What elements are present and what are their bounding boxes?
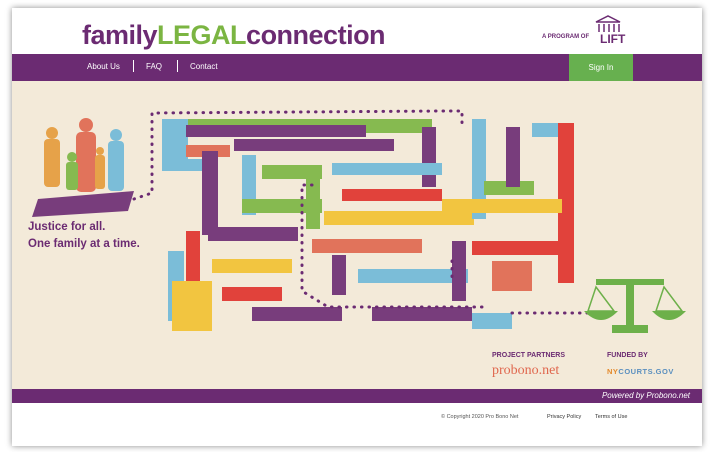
terms-of-use-link[interactable]: Terms of Use bbox=[595, 414, 627, 420]
family-figures-icon bbox=[32, 118, 134, 217]
site-header: familyLEGALconnection A PROGRAM OF LIFT bbox=[12, 8, 702, 54]
nav-divider bbox=[133, 60, 134, 72]
program-of-label: A PROGRAM OF bbox=[542, 34, 590, 40]
privacy-policy-link[interactable]: Privacy Policy bbox=[547, 414, 581, 420]
copyright-text: © Copyright 2020 Pro Bono Net bbox=[441, 414, 519, 420]
nav-divider bbox=[177, 60, 178, 72]
nycourts-logo[interactable]: NYCOURTS.GOV bbox=[607, 367, 674, 376]
hero-banner: Justice for all. One family at a time. P… bbox=[12, 81, 702, 389]
project-partners-label: PROJECT PARTNERS bbox=[492, 352, 565, 359]
site-logo[interactable]: familyLEGALconnection bbox=[82, 20, 386, 51]
logo-family: family bbox=[82, 20, 158, 50]
nav-faq[interactable]: FAQ bbox=[146, 62, 162, 71]
nav-about-us[interactable]: About Us bbox=[87, 62, 120, 71]
logo-connection: connection bbox=[246, 20, 386, 50]
funded-by-label: FUNDED BY bbox=[607, 352, 648, 359]
tagline-line-2: One family at a time. bbox=[28, 238, 140, 250]
nycourts-ny: NY bbox=[607, 367, 619, 376]
tagline-line-1: Justice for all. bbox=[28, 221, 106, 233]
footer-bar: Powered by Probono.net bbox=[12, 389, 702, 403]
hero-tagline: Justice for all. One family at a time. bbox=[28, 219, 140, 253]
main-nav: About Us FAQ Contact Sign In bbox=[12, 54, 702, 81]
sign-in-button[interactable]: Sign In bbox=[569, 54, 633, 81]
lift-logo-text: LIFT bbox=[600, 32, 626, 46]
powered-by-link[interactable]: Powered by Probono.net bbox=[602, 391, 690, 400]
probono-logo[interactable]: probono.net bbox=[492, 363, 559, 379]
nycourts-rest: COURTS.GOV bbox=[618, 367, 674, 376]
nav-contact[interactable]: Contact bbox=[190, 62, 218, 71]
browser-page: familyLEGALconnection A PROGRAM OF LIFT … bbox=[12, 8, 702, 446]
scales-of-justice-icon bbox=[584, 279, 686, 333]
logo-legal: LEGAL bbox=[157, 20, 247, 50]
